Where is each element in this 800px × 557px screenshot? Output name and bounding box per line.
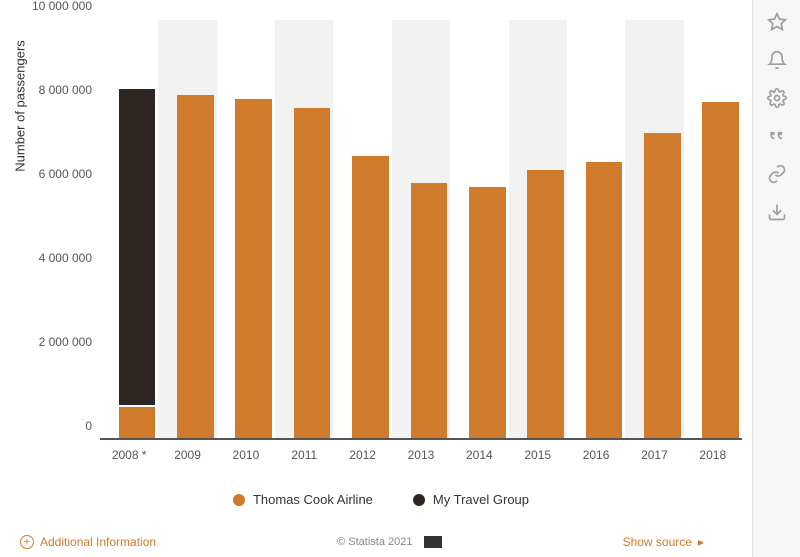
bar-thomas-cook[interactable]	[294, 108, 331, 438]
bar-group	[392, 20, 450, 438]
sidebar	[752, 0, 800, 557]
legend-swatch-icon	[413, 494, 425, 506]
download-icon[interactable]	[767, 202, 787, 222]
bar-thomas-cook[interactable]	[702, 102, 739, 438]
bar-thomas-cook[interactable]	[586, 162, 623, 438]
x-tick-label: 2013	[392, 440, 450, 462]
legend-item-my-travel: My Travel Group	[413, 492, 529, 507]
bar-thomas-cook[interactable]	[527, 170, 564, 438]
x-tick-label: 2008 *	[100, 440, 158, 462]
legend-item-thomas-cook: Thomas Cook Airline	[233, 492, 373, 507]
bar-thomas-cook[interactable]	[352, 156, 389, 438]
x-tick-label: 2015	[509, 440, 567, 462]
legend-swatch-icon	[233, 494, 245, 506]
plot-area	[100, 20, 742, 440]
y-tick-label: 4 000 000	[39, 251, 92, 265]
bar-group	[567, 20, 625, 438]
bar-group	[684, 20, 742, 438]
x-tick-label: 2010	[217, 440, 275, 462]
copyright-text: © Statista 2021	[337, 536, 441, 548]
bell-icon[interactable]	[767, 50, 787, 70]
x-axis: 2008 *2009201020112012201320142015201620…	[100, 440, 742, 462]
legend-label: Thomas Cook Airline	[253, 492, 373, 507]
star-icon[interactable]	[767, 12, 787, 32]
footer: + Additional Information © Statista 2021…	[20, 535, 704, 549]
bar-thomas-cook[interactable]	[411, 183, 448, 438]
x-tick-label: 2017	[625, 440, 683, 462]
show-source-label: Show source	[623, 535, 692, 549]
bar-my-travel[interactable]	[119, 89, 156, 405]
bar-group	[333, 20, 391, 438]
bar-thomas-cook[interactable]	[235, 99, 272, 438]
y-tick-label: 6 000 000	[39, 167, 92, 181]
x-tick-label: 2016	[567, 440, 625, 462]
bar-thomas-cook[interactable]	[119, 407, 156, 438]
bar-thomas-cook[interactable]	[644, 133, 681, 438]
x-tick-label: 2011	[275, 440, 333, 462]
quote-icon[interactable]	[767, 126, 787, 146]
flag-icon[interactable]	[424, 536, 442, 548]
x-tick-label: 2012	[333, 440, 391, 462]
x-tick-label: 2018	[684, 440, 742, 462]
bar-thomas-cook[interactable]	[469, 187, 506, 438]
y-tick-label: 10 000 000	[32, 0, 92, 13]
legend-label: My Travel Group	[433, 492, 529, 507]
y-tick-label: 2 000 000	[39, 335, 92, 349]
bar-group	[275, 20, 333, 438]
bar-group	[450, 20, 508, 438]
link-icon[interactable]	[767, 164, 787, 184]
bar-thomas-cook[interactable]	[177, 95, 214, 438]
y-axis: Number of passengers 02 000 0004 000 000…	[20, 20, 100, 440]
x-tick-label: 2014	[450, 440, 508, 462]
x-tick-label: 2009	[158, 440, 216, 462]
chevron-right-icon: ▸	[698, 535, 704, 549]
bar-group	[100, 20, 158, 438]
y-axis-label: Number of passengers	[13, 40, 28, 172]
y-tick-label: 0	[85, 419, 92, 433]
bar-group	[509, 20, 567, 438]
bar-group	[217, 20, 275, 438]
additional-information-link[interactable]: + Additional Information	[20, 535, 156, 549]
additional-information-label: Additional Information	[40, 535, 156, 549]
show-source-link[interactable]: Show source ▸	[623, 535, 704, 549]
bar-group	[625, 20, 683, 438]
legend: Thomas Cook Airline My Travel Group	[20, 492, 742, 507]
y-tick-label: 8 000 000	[39, 83, 92, 97]
plus-icon: +	[20, 535, 34, 549]
gear-icon[interactable]	[767, 88, 787, 108]
bar-group	[158, 20, 216, 438]
